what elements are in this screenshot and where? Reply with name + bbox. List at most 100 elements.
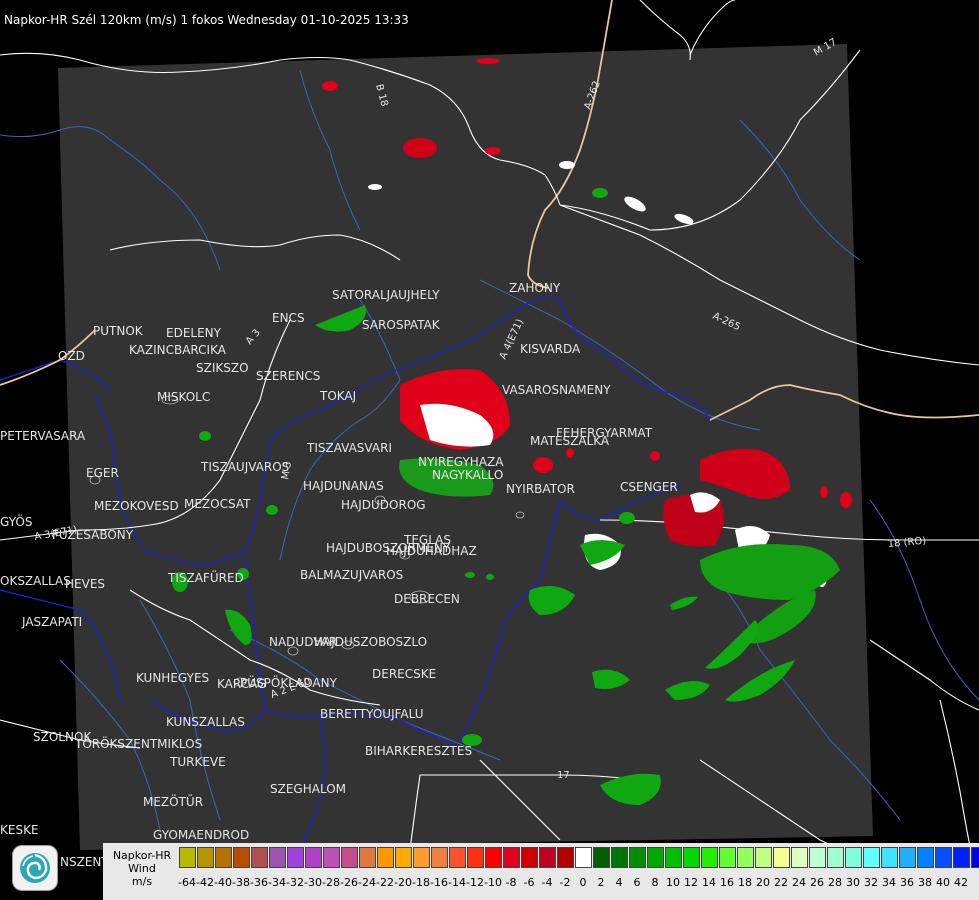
legend-swatch	[611, 847, 628, 868]
city-label: SZERENCS	[256, 369, 320, 383]
city-label: EDELENY	[166, 326, 222, 340]
legend-tick-label: 10	[666, 876, 680, 889]
city-label: OZD	[58, 349, 85, 363]
legend-tick-label: -12	[466, 876, 484, 889]
legend-swatch	[647, 847, 664, 868]
legend-swatch	[737, 847, 754, 868]
legend-tick-label: 34	[882, 876, 896, 889]
swirl-logo-icon	[20, 853, 50, 883]
city-label: CSENGER	[620, 480, 678, 494]
legend-swatch	[701, 847, 718, 868]
legend-swatch	[395, 847, 412, 868]
city-label: OKSZALLAS	[0, 574, 71, 588]
city-label: KAZINCBARCIKA	[129, 343, 227, 357]
city-label: MATESZALKA	[530, 434, 610, 448]
legend-swatch	[251, 847, 268, 868]
legend-tick-label: 0	[579, 876, 587, 889]
legend-tick-label: -30	[304, 876, 322, 889]
legend-tick-label: 38	[918, 876, 932, 889]
legend-swatch	[179, 847, 196, 868]
city-label: MEZOCSAT	[184, 497, 251, 511]
city-label: BERETTYOUJFALU	[320, 707, 424, 721]
radar-map: SATORALJAUJHELY SAROSPATAK ZAHONY KISVARDA V…	[0, 0, 979, 900]
city-label: TISZAFÜRED	[167, 569, 244, 585]
legend-title-line: m/s	[131, 875, 153, 888]
legend-swatch	[773, 847, 790, 868]
legend-swatch	[323, 847, 340, 868]
legend-tick-label: -42	[196, 876, 214, 889]
legend-tick-label: 24	[792, 876, 806, 889]
city-label: SAROSPATAK	[362, 318, 441, 332]
legend-swatch	[485, 847, 502, 868]
legend-tick-label: -34	[268, 876, 286, 889]
city-label: HAJDUSZOBOSZLO	[314, 635, 427, 649]
city-label: PETERVASARA	[0, 429, 86, 443]
legend-swatch	[341, 847, 358, 868]
legend-swatch	[377, 847, 394, 868]
city-label: HEVES	[65, 577, 105, 591]
city-label: KUNHEGYES	[136, 671, 209, 685]
legend-tick-label: 36	[900, 876, 914, 889]
legend-swatch	[269, 847, 286, 868]
legend-tick-label: -6	[523, 876, 535, 889]
legend-tick-label: -36	[250, 876, 268, 889]
legend-tick-label: -20	[394, 876, 412, 889]
city-label: KESKE	[0, 823, 39, 837]
legend-title: Napkor-HR Wind m/s	[105, 849, 179, 888]
city-label: TOKAJ	[319, 389, 356, 403]
legend-tick-label: -4	[541, 876, 553, 889]
city-label: HAJDUDOROG	[341, 498, 426, 512]
legend-swatch	[683, 847, 700, 868]
legend-swatch	[575, 847, 592, 868]
legend-tick-label: 32	[864, 876, 878, 889]
legend-tick-label: -18	[412, 876, 430, 889]
city-label: ZAHONY	[509, 281, 561, 295]
city-label: MEZOKOVESD	[94, 499, 179, 513]
city-label: KUNSZALLAS	[166, 715, 245, 729]
legend-swatch	[233, 847, 250, 868]
city-label: SATORALJAUJHELY	[332, 288, 440, 302]
legend-tick-label: -10	[484, 876, 502, 889]
legend-tick-label: -40	[214, 876, 232, 889]
legend-swatch	[557, 847, 574, 868]
legend-title-line: Wind	[128, 862, 156, 875]
city-label: NYIRBATOR	[506, 482, 575, 496]
legend-swatch	[845, 847, 862, 868]
legend-tick-label: 30	[846, 876, 860, 889]
wind-legend: Napkor-HR Wind m/s -64 -42 -40 -38 -36 -34 -32…	[103, 843, 979, 900]
legend-tick-label: 14	[702, 876, 716, 889]
legend-swatch	[881, 847, 898, 868]
city-label: GYÖS	[0, 513, 32, 529]
legend-tick-label: -14	[448, 876, 466, 889]
legend-tick-label: 4	[615, 876, 623, 889]
city-label: HAJDUNANAS	[303, 479, 384, 493]
city-label: SZEGHALOM	[270, 782, 346, 796]
road-label: 18 (RO)	[887, 536, 926, 550]
legend-swatch	[665, 847, 682, 868]
legend-tick-label: -24	[358, 876, 376, 889]
legend-swatch	[827, 847, 844, 868]
logo	[12, 845, 58, 891]
legend-tick-label: -16	[430, 876, 448, 889]
legend-swatch	[629, 847, 646, 868]
city-label: KISVARDA	[520, 342, 581, 356]
legend-tick-label: 2	[597, 876, 605, 889]
legend-tick-label: 28	[828, 876, 842, 889]
legend-tick-label: 20	[756, 876, 770, 889]
city-label: MISKOLC	[157, 390, 210, 404]
legend-tick-label: -8	[505, 876, 517, 889]
legend-swatch	[503, 847, 520, 868]
legend-tick-label: 8	[651, 876, 659, 889]
legend-swatch	[863, 847, 880, 868]
legend-swatch	[593, 847, 610, 868]
map-title: Napkor-HR Szél 120km (m/s) 1 fokos Wedne…	[4, 13, 409, 27]
city-label: DEBRECEN	[394, 592, 460, 606]
legend-swatch	[431, 847, 448, 868]
legend-swatch	[719, 847, 736, 868]
legend-swatch	[305, 847, 322, 868]
city-label: TURKEVE	[169, 755, 226, 769]
city-label: VASAROSNAMENY	[502, 383, 611, 397]
legend-swatch	[899, 847, 916, 868]
legend-tick-label: 26	[810, 876, 824, 889]
legend-tick-label: -2	[559, 876, 571, 889]
